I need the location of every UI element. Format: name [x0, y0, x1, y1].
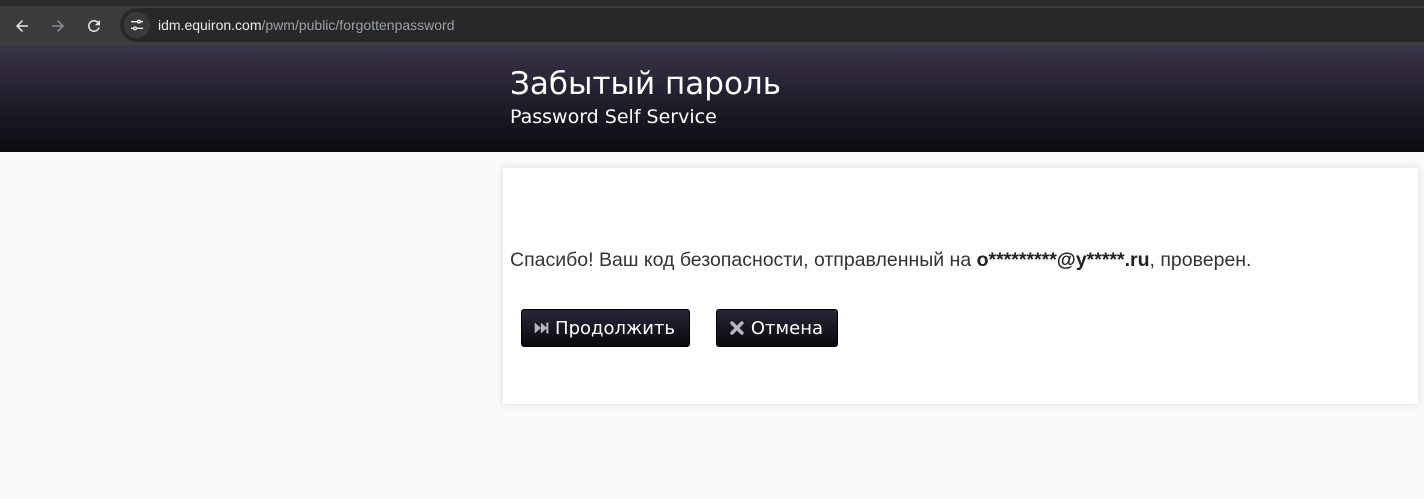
- arrow-right-icon: [52, 20, 64, 32]
- back-button[interactable]: [8, 12, 36, 40]
- arrow-left-icon: [16, 20, 28, 32]
- continue-button[interactable]: Продолжить: [521, 309, 690, 347]
- forward-button[interactable]: [44, 12, 72, 40]
- content-card: Спасибо! Ваш код безопасности, отправлен…: [503, 168, 1418, 404]
- close-icon: [730, 321, 744, 335]
- address-bar[interactable]: idm.equiron.com/pwm/public/forgottenpass…: [120, 8, 1424, 42]
- url-text[interactable]: idm.equiron.com/pwm/public/forgottenpass…: [158, 17, 455, 33]
- url-path: /pwm/public/forgottenpassword: [261, 17, 455, 33]
- message-prefix: Спасибо! Ваш код безопасности, отправлен…: [510, 249, 977, 271]
- site-info-button[interactable]: [124, 12, 150, 38]
- masked-email: o*********@y*****.ru: [976, 249, 1150, 271]
- cancel-label: Отмена: [750, 317, 823, 339]
- page-subtitle: Password Self Service: [510, 106, 717, 128]
- page-title: Забытый пароль: [510, 66, 781, 102]
- tune-icon: [131, 19, 143, 31]
- confirmation-message: Спасибо! Ваш код безопасности, отправлен…: [510, 249, 1251, 272]
- reload-icon: [87, 19, 100, 32]
- page-header: Забытый пароль Password Self Service: [0, 46, 1424, 152]
- url-host: idm.equiron.com: [158, 17, 262, 33]
- fast-forward-icon: [534, 322, 549, 334]
- reload-button[interactable]: [80, 12, 108, 40]
- message-suffix: , проверен.: [1149, 249, 1252, 271]
- continue-label: Продолжить: [555, 317, 675, 339]
- cancel-button[interactable]: Отмена: [716, 309, 838, 347]
- browser-toolbar: idm.equiron.com/pwm/public/forgottenpass…: [0, 0, 1424, 46]
